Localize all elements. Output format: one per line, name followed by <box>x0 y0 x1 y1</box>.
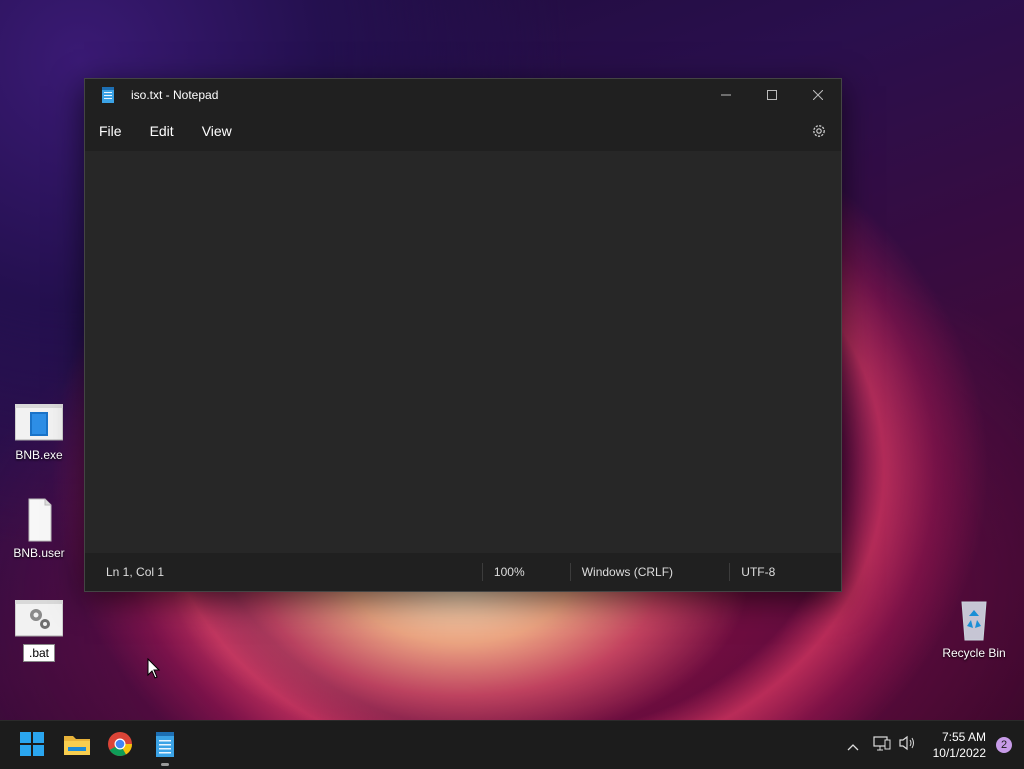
file-explorer-icon[interactable] <box>63 731 91 759</box>
menu-bar: File Edit View <box>85 111 841 151</box>
notepad-window: iso.txt - Notepad File Edit View Ln 1, C… <box>84 78 842 592</box>
title-bar[interactable]: iso.txt - Notepad <box>85 79 841 111</box>
close-icon <box>813 90 823 100</box>
zoom-level: 100% <box>493 565 525 579</box>
close-button[interactable] <box>795 79 841 111</box>
settings-gear-icon[interactable] <box>811 123 827 139</box>
minimize-icon <box>721 94 731 96</box>
menu-edit[interactable]: Edit <box>136 123 188 139</box>
chevron-up-icon[interactable] <box>847 736 859 755</box>
taskbar: 7:55 AM 10/1/2022 2 <box>0 720 1024 769</box>
text-editor-area[interactable] <box>85 151 841 553</box>
menu-view[interactable]: View <box>188 123 246 139</box>
cursor-position: Ln 1, Col 1 <box>106 565 165 579</box>
network-icon[interactable] <box>873 735 891 755</box>
window-title: iso.txt - Notepad <box>131 88 219 102</box>
running-indicator <box>161 763 169 766</box>
batch-file-icon <box>14 599 64 640</box>
desktop-icon-label: Recycle Bin <box>942 646 1006 660</box>
notification-badge[interactable]: 2 <box>996 737 1012 753</box>
notepad-taskbar-icon[interactable] <box>152 731 180 759</box>
recycle-bin-icon <box>950 598 998 642</box>
maximize-icon <box>767 90 777 100</box>
start-icon[interactable] <box>19 731 47 759</box>
status-bar: Ln 1, Col 1 100% Windows (CRLF) UTF-8 <box>85 553 841 591</box>
clock[interactable]: 7:55 AM 10/1/2022 <box>933 729 986 761</box>
desktop-icon-bnb-exe[interactable]: BNB.exe <box>9 403 69 462</box>
menu-file[interactable]: File <box>85 123 136 139</box>
desktop-icon-label: .bat <box>22 644 55 662</box>
desktop-icon-bat[interactable]: .bat <box>9 599 69 662</box>
volume-icon[interactable] <box>899 735 917 755</box>
clock-date: 10/1/2022 <box>932 746 986 760</box>
desktop-icon-recycle-bin[interactable]: Recycle Bin <box>942 598 1006 660</box>
encoding: UTF-8 <box>741 565 776 579</box>
clock-time: 7:55 AM <box>941 730 986 744</box>
minimize-button[interactable] <box>703 79 749 111</box>
notepad-icon <box>101 87 115 103</box>
line-ending: Windows (CRLF) <box>581 565 674 579</box>
desktop-icon-label: BNB.user <box>13 546 65 560</box>
desktop-icon-bnb-user[interactable]: BNB.user <box>9 498 69 560</box>
system-tray: 7:55 AM 10/1/2022 2 <box>847 721 1024 769</box>
mouse-cursor-icon <box>147 657 161 684</box>
file-icon <box>15 498 63 542</box>
executable-icon <box>14 403 64 444</box>
chrome-icon[interactable] <box>107 731 135 759</box>
desktop-icon-label: BNB.exe <box>15 448 63 462</box>
maximize-button[interactable] <box>749 79 795 111</box>
